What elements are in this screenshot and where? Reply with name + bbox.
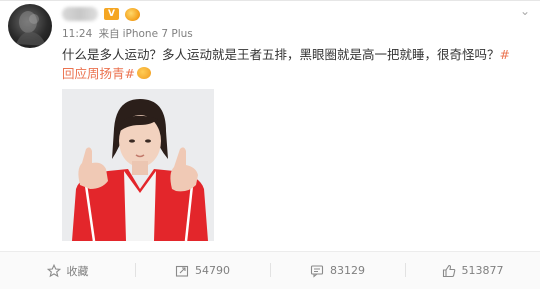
post-text-line1: 什么是多人运动？多人运动就是王者五排，黑眼圈就是高一把就睡，很奇怪吗？	[62, 47, 500, 62]
repost-count: 54790	[195, 264, 230, 277]
post-meta: 11:24 来自 iPhone 7 Plus	[62, 26, 196, 41]
comment-count: 83129	[330, 264, 365, 277]
hashtag-close[interactable]: #	[125, 66, 135, 81]
avatar[interactable]	[8, 4, 52, 48]
emoji-icon	[137, 67, 151, 79]
chevron-down-icon[interactable]: ⌄	[518, 4, 532, 18]
source-prefix: 来自	[98, 28, 120, 40]
hashtag-link[interactable]: 回应周扬青	[62, 66, 125, 81]
comment-icon	[310, 264, 324, 278]
action-bar: 收藏 54790 83129 513877	[0, 251, 540, 289]
vip-badge[interactable]: V	[104, 8, 119, 20]
thumbs-up-icon	[442, 264, 455, 277]
post-time[interactable]: 11:24	[62, 28, 92, 40]
post-source: iPhone 7 Plus	[122, 28, 193, 40]
hashtag-open[interactable]: #	[500, 47, 510, 62]
favorite-label: 收藏	[66, 264, 89, 278]
weibo-post-card: V ⌄ 11:24 来自 iPhone 7 Plus 什么是多人运动？多人运动就是…	[0, 0, 540, 289]
repost-icon	[175, 265, 189, 277]
author-row: V	[62, 5, 140, 23]
post-text: 什么是多人运动？多人运动就是王者五排，黑眼圈就是高一把就睡，很奇怪吗？# 回应周…	[62, 45, 532, 83]
star-icon	[46, 263, 61, 277]
post-image[interactable]	[62, 89, 214, 241]
repost-button[interactable]: 54790	[135, 252, 270, 289]
like-count: 513877	[461, 264, 504, 277]
comment-button[interactable]: 83129	[270, 252, 405, 289]
like-button[interactable]: 513877	[405, 252, 540, 289]
medal-icon[interactable]	[125, 7, 140, 21]
favorite-button[interactable]: 收藏	[0, 252, 135, 289]
author-name-blurred[interactable]	[62, 7, 98, 21]
